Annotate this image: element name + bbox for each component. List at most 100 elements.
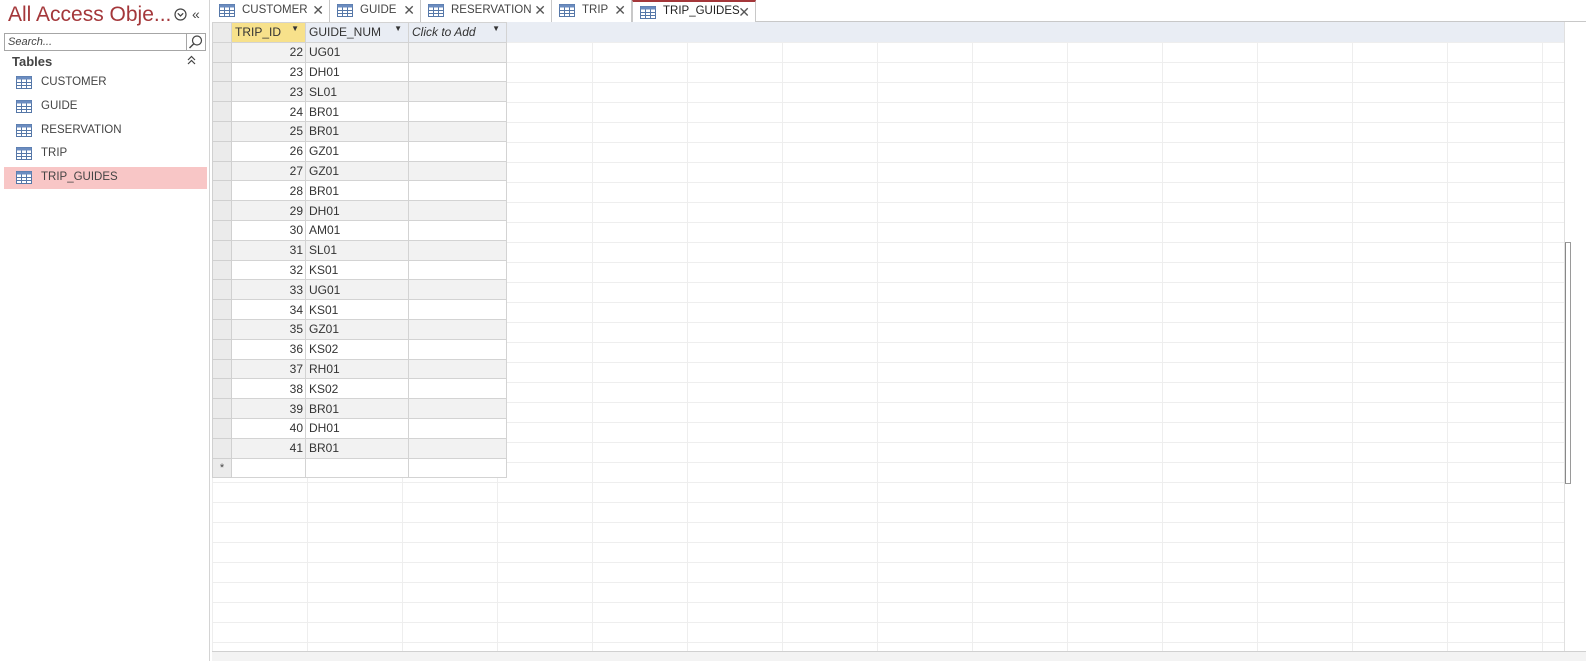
table-row[interactable]: 23 DH01 xyxy=(212,61,507,83)
table-row[interactable]: 38 KS02 xyxy=(212,378,507,400)
column-header-guide-num[interactable]: GUIDE_NUM ▼ xyxy=(305,22,409,43)
cell-empty[interactable] xyxy=(408,318,507,340)
cell-guide-num[interactable]: UG01 xyxy=(305,279,409,301)
cell-guide-num[interactable]: DH01 xyxy=(305,200,409,221)
cell-guide-num[interactable]: BR01 xyxy=(305,120,409,142)
cell-trip-id[interactable]: 35 xyxy=(231,318,306,340)
cell-guide-num[interactable]: SL01 xyxy=(305,239,409,261)
cell-empty[interactable] xyxy=(408,299,507,320)
tab-trip-guides[interactable]: TRIP_GUIDES ✕ xyxy=(632,0,756,23)
record-selector[interactable] xyxy=(212,160,232,182)
cell-trip-id[interactable]: 26 xyxy=(231,140,306,162)
cell-empty[interactable] xyxy=(408,120,507,142)
cell-trip-id[interactable]: 23 xyxy=(231,81,306,103)
record-selector[interactable] xyxy=(212,417,232,439)
cell-trip-id[interactable]: 41 xyxy=(231,437,306,459)
cell-empty[interactable] xyxy=(408,338,507,360)
record-selector[interactable] xyxy=(212,61,232,83)
scrollbar-thumb[interactable] xyxy=(1565,242,1571,484)
nav-item-trip-guides[interactable]: TRIP_GUIDES xyxy=(4,167,207,189)
record-selector[interactable] xyxy=(212,437,232,459)
cell-guide-num[interactable]: BR01 xyxy=(305,398,409,419)
search-icon[interactable] xyxy=(186,34,205,50)
double-chevron-left-icon[interactable]: « xyxy=(192,5,200,23)
cell-empty[interactable] xyxy=(408,81,507,103)
cell-guide-num[interactable]: BR01 xyxy=(305,101,409,122)
table-row[interactable]: 31 SL01 xyxy=(212,239,507,261)
table-row[interactable]: 25 BR01 xyxy=(212,120,507,142)
new-record-row[interactable]: * xyxy=(212,457,507,479)
cell-trip-id[interactable]: 40 xyxy=(231,417,306,439)
cell-empty[interactable] xyxy=(408,417,507,439)
dropdown-caret-icon[interactable]: ▼ xyxy=(394,24,402,33)
cell-empty[interactable] xyxy=(408,358,507,380)
cell-trip-id[interactable]: 36 xyxy=(231,338,306,360)
cell-trip-id[interactable]: 24 xyxy=(231,101,306,122)
record-selector[interactable] xyxy=(212,180,232,202)
cell-empty[interactable] xyxy=(408,437,507,459)
chevron-down-circle-icon[interactable] xyxy=(174,8,187,21)
cell-trip-id[interactable]: 28 xyxy=(231,180,306,202)
cell-guide-num[interactable]: RH01 xyxy=(305,358,409,380)
table-row[interactable]: 29 DH01 xyxy=(212,200,507,221)
cell-empty[interactable] xyxy=(408,61,507,83)
column-header-click-to-add[interactable]: Click to Add ▼ xyxy=(408,22,507,43)
close-icon[interactable]: ✕ xyxy=(534,2,546,18)
record-selector[interactable] xyxy=(212,378,232,400)
cell-guide-num[interactable]: AM01 xyxy=(305,219,409,241)
table-row[interactable]: 33 UG01 xyxy=(212,279,507,301)
cell-empty[interactable] xyxy=(408,398,507,419)
cell-guide-num[interactable]: DH01 xyxy=(305,61,409,83)
cell-empty[interactable] xyxy=(408,101,507,122)
horizontal-scrollbar[interactable] xyxy=(212,651,1586,661)
record-selector[interactable] xyxy=(212,259,232,281)
nav-group-header-tables[interactable]: Tables xyxy=(12,54,206,70)
nav-item-customer[interactable]: CUSTOMER xyxy=(4,72,207,94)
cell-trip-id[interactable]: 23 xyxy=(231,61,306,83)
record-selector[interactable] xyxy=(212,398,232,419)
tab-trip[interactable]: TRIP ✕ xyxy=(552,0,632,22)
cell-guide-num[interactable]: UG01 xyxy=(305,41,409,63)
record-selector[interactable] xyxy=(212,239,232,261)
cell-guide-num[interactable]: KS02 xyxy=(305,338,409,360)
dropdown-caret-icon[interactable]: ▼ xyxy=(492,24,500,33)
table-row[interactable]: 27 GZ01 xyxy=(212,160,507,182)
close-icon[interactable]: ✕ xyxy=(614,2,626,18)
record-selector[interactable] xyxy=(212,219,232,241)
record-selector[interactable] xyxy=(212,279,232,301)
cell-trip-id[interactable]: 25 xyxy=(231,120,306,142)
cell-empty[interactable] xyxy=(408,41,507,63)
cell-empty[interactable] xyxy=(408,200,507,221)
cell-empty[interactable] xyxy=(408,259,507,281)
cell-trip-id[interactable]: 34 xyxy=(231,299,306,320)
cell-guide-num[interactable]: SL01 xyxy=(305,81,409,103)
cell-trip-id[interactable]: 31 xyxy=(231,239,306,261)
cell-empty[interactable] xyxy=(408,219,507,241)
nav-item-trip[interactable]: TRIP xyxy=(4,143,207,165)
cell-trip-id[interactable] xyxy=(231,457,306,479)
cell-empty[interactable] xyxy=(408,140,507,162)
table-row[interactable]: 35 GZ01 xyxy=(212,318,507,340)
cell-trip-id[interactable]: 29 xyxy=(231,200,306,221)
close-icon[interactable]: ✕ xyxy=(312,2,324,18)
cell-trip-id[interactable]: 39 xyxy=(231,398,306,419)
table-row[interactable]: 23 SL01 xyxy=(212,81,507,103)
cell-trip-id[interactable]: 27 xyxy=(231,160,306,182)
record-selector[interactable] xyxy=(212,101,232,122)
search-input[interactable] xyxy=(6,34,186,50)
tab-customer[interactable]: CUSTOMER ✕ xyxy=(212,0,330,22)
table-row[interactable]: 28 BR01 xyxy=(212,180,507,202)
record-selector[interactable] xyxy=(212,81,232,103)
record-selector[interactable] xyxy=(212,299,232,320)
cell-trip-id[interactable]: 32 xyxy=(231,259,306,281)
dropdown-caret-icon[interactable]: ▼ xyxy=(291,24,299,33)
table-row[interactable]: 40 DH01 xyxy=(212,417,507,439)
table-row[interactable]: 30 AM01 xyxy=(212,219,507,241)
vertical-scrollbar[interactable] xyxy=(1564,22,1586,652)
table-row[interactable]: 39 BR01 xyxy=(212,398,507,419)
cell-empty[interactable] xyxy=(408,239,507,261)
column-header-trip-id[interactable]: TRIP_ID ▼ xyxy=(231,22,306,43)
record-selector[interactable] xyxy=(212,200,232,221)
table-row[interactable]: 34 KS01 xyxy=(212,299,507,320)
cell-guide-num[interactable]: GZ01 xyxy=(305,318,409,340)
